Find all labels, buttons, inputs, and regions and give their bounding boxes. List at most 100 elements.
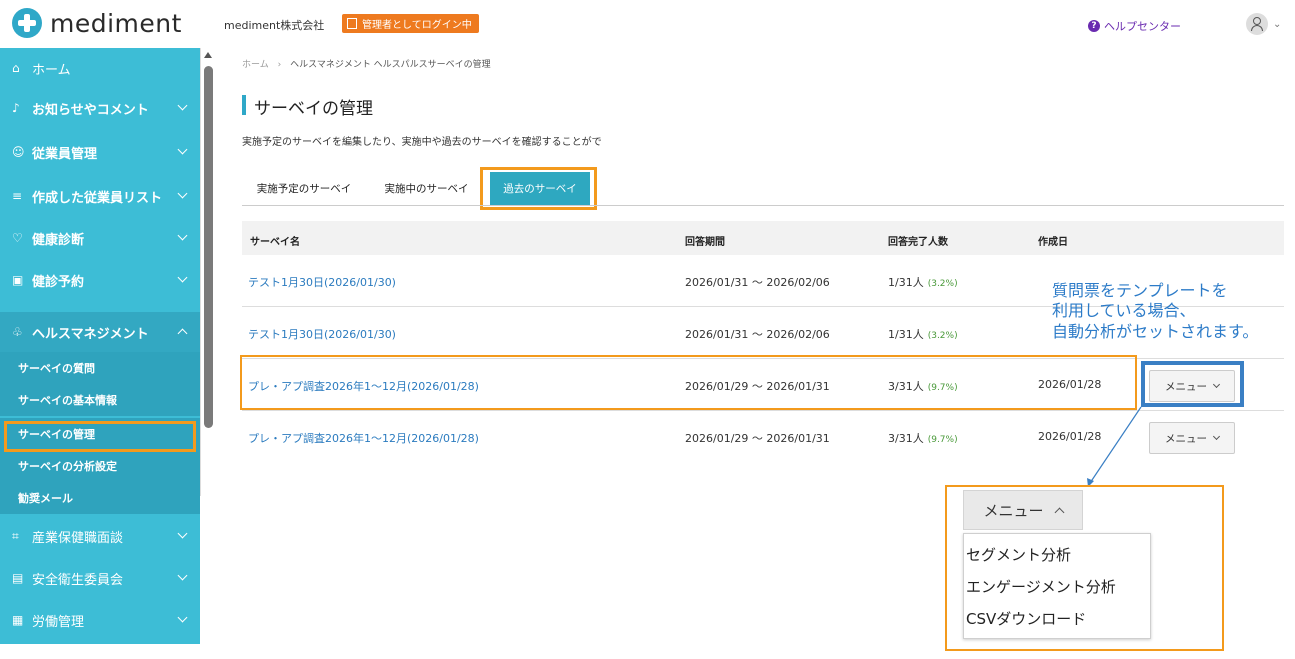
chevron-down-icon <box>177 612 188 623</box>
home-icon: ⌂ <box>12 61 20 75</box>
admin-login-badge: 管理者としてログイン中 <box>342 14 479 33</box>
response-count-value: 1/31人 <box>888 328 924 341</box>
question-icon: ? <box>1088 20 1100 32</box>
chevron-down-icon <box>177 144 188 155</box>
title-accent-bar <box>242 95 246 115</box>
menu-button-label: メニュー <box>1165 432 1207 445</box>
column-header-name: サーベイ名 <box>250 237 300 248</box>
table-header: サーベイ名 回答期間 回答完了人数 作成日 <box>242 221 1284 255</box>
sidebar-item-label: 安全衛生委員会 <box>32 572 124 588</box>
sidebar-item-label: ヘルスマネジメント <box>32 326 149 342</box>
row-highlight <box>240 355 1137 410</box>
sidebar-subitem-survey-basic-info[interactable]: サーベイの基本情報 <box>0 384 200 416</box>
labor-icon: ▦ <box>12 613 24 627</box>
menu-item-engagement-analysis[interactable]: エンゲージメント分析 <box>966 576 1116 597</box>
answer-period: 2026/01/31 ～ 2026/02/06 <box>685 276 830 289</box>
sidebar-item-employee-lists[interactable]: ≡ 作成した従業員リスト <box>0 176 200 216</box>
user-menu[interactable]: ⌄ <box>1246 13 1281 35</box>
menu-item-segment-analysis[interactable]: セグメント分析 <box>966 544 1071 565</box>
response-percent: (9.7%) <box>927 435 958 445</box>
response-count: 3/31人 (9.7%) <box>888 430 958 446</box>
sidebar-item-label: 作成した従業員リスト <box>32 190 163 206</box>
sidebar-subitem-label: サーベイの基本情報 <box>18 394 117 407</box>
sidebar-subitem-survey-analysis[interactable]: サーベイの分析設定 <box>0 450 200 482</box>
response-count: 1/31人 (3.2%) <box>888 274 958 290</box>
chevron-down-icon <box>1212 432 1221 441</box>
sidebar-item-health-checkup[interactable]: ♡ 健康診断 <box>0 218 200 258</box>
survey-name-link[interactable]: プレ・アプ調査2026年1～12月(2026/01/28) <box>248 430 479 446</box>
chevron-up-icon <box>1054 507 1064 518</box>
sidebar-item-label: 従業員管理 <box>32 146 98 162</box>
zoomed-menu-dropdown: セグメント分析 エンゲージメント分析 CSVダウンロード <box>963 533 1151 639</box>
response-count-value: 3/31人 <box>888 432 924 445</box>
sidebar-item-safety-committee[interactable]: ▤ 安全衛生委員会 <box>0 558 200 598</box>
response-percent: (3.2%) <box>927 279 958 289</box>
help-center-link[interactable]: ? ヘルプセンター <box>1088 18 1181 34</box>
interview-icon: ⌗ <box>12 528 19 543</box>
sidebar-item-label: 産業保健職面談 <box>32 530 124 546</box>
logo-cross-icon <box>12 8 42 38</box>
sidebar-item-health-management[interactable]: ♧ ヘルスマネジメント <box>0 312 200 352</box>
tab-scheduled[interactable]: 実施予定のサーベイ <box>242 172 366 205</box>
note-line-3: 自動分析がセットされます。 <box>1052 322 1259 341</box>
chevron-down-icon <box>177 230 188 241</box>
created-date: 2026/01/28 <box>1038 430 1102 443</box>
response-count-value: 1/31人 <box>888 276 924 289</box>
page-title: サーベイの管理 <box>254 99 373 119</box>
page-description: 実施予定のサーベイを編集したり、実施中や過去のサーベイを確認することがで <box>242 137 602 148</box>
column-header-count: 回答完了人数 <box>888 237 948 248</box>
company-name: mediment株式会社 <box>224 19 325 32</box>
sidebar: ⌂ ホーム ♪ お知らせやコメント ☺ 従業員管理 ≡ 作成した従業員リスト ♡… <box>0 48 200 644</box>
sidebar-item-notices[interactable]: ♪ お知らせやコメント <box>0 88 200 128</box>
scroll-thumb[interactable] <box>204 66 213 428</box>
tab-in-progress[interactable]: 実施中のサーベイ <box>374 172 479 205</box>
sidebar-item-checkup-booking[interactable]: ▣ 健診予約 <box>0 260 200 300</box>
menu-item-csv-download[interactable]: CSVダウンロード <box>966 608 1086 629</box>
scroll-up-arrow-icon[interactable] <box>204 52 212 58</box>
response-count: 1/31人 (3.2%) <box>888 326 958 342</box>
bell-icon: ♪ <box>12 101 20 115</box>
sidebar-item-label: 健診予約 <box>32 274 85 290</box>
logo-text: mediment <box>50 8 182 38</box>
sidebar-scrollbar[interactable] <box>200 48 215 496</box>
survey-name-link[interactable]: テスト1月30日(2026/01/30) <box>248 274 396 290</box>
sidebar-item-occupational-interview[interactable]: ⌗ 産業保健職面談 <box>0 516 200 556</box>
breadcrumb-home[interactable]: ホーム <box>242 60 269 70</box>
sidebar-item-home[interactable]: ⌂ ホーム <box>0 48 200 88</box>
row-menu-button[interactable]: メニュー <box>1149 422 1235 454</box>
sidebar-subitem-label: サーベイの分析設定 <box>18 460 117 473</box>
chevron-up-icon <box>177 328 188 339</box>
top-header: mediment mediment株式会社 管理者としてログイン中 ? ヘルプセ… <box>0 0 1295 48</box>
sidebar-subitem-survey-questions[interactable]: サーベイの質問 <box>0 352 200 384</box>
zoomed-menu-button[interactable]: メニュー <box>963 490 1083 530</box>
sidebar-item-labor-management[interactable]: ▦ 労働管理 <box>0 600 200 640</box>
breadcrumb-separator: › <box>277 60 282 70</box>
logo[interactable]: mediment <box>12 8 182 38</box>
answer-period: 2026/01/31 ～ 2026/02/06 <box>685 328 830 341</box>
breadcrumb-current: ヘルスマネジメント ヘルスパルスサーベイの管理 <box>290 60 491 70</box>
survey-name-link[interactable]: テスト1月30日(2026/01/30) <box>248 326 396 342</box>
chevron-down-icon <box>177 188 188 199</box>
health-icon: ♧ <box>12 325 23 339</box>
sidebar-item-label: お知らせやコメント <box>32 102 149 118</box>
note-line-1: 質問票をテンプレートを <box>1052 281 1228 300</box>
column-header-created: 作成日 <box>1038 237 1068 248</box>
calendar-icon: ▣ <box>12 273 24 287</box>
past-tab-highlight <box>480 167 597 210</box>
response-percent: (3.2%) <box>927 331 958 341</box>
table-row: プレ・アプ調査2026年1～12月(2026/01/28) 2026/01/29… <box>242 411 1284 463</box>
note-line-2: 利用している場合、 <box>1052 301 1196 320</box>
chevron-down-icon <box>177 570 188 581</box>
avatar-icon <box>1246 13 1268 35</box>
building-icon <box>347 18 357 29</box>
sidebar-subitem-reminder-mail[interactable]: 勧奨メール <box>0 482 200 514</box>
breadcrumb: ホーム › ヘルスマネジメント ヘルスパルスサーベイの管理 <box>242 57 491 70</box>
sidebar-item-employees[interactable]: ☺ 従業員管理 <box>0 132 200 172</box>
list-icon: ≡ <box>12 189 23 203</box>
column-header-period: 回答期間 <box>685 237 725 248</box>
sidebar-subitem-label: 勧奨メール <box>18 492 73 505</box>
chevron-down-icon <box>177 528 188 539</box>
chevron-down-icon: ⌄ <box>1273 18 1282 30</box>
stethoscope-icon: ♡ <box>12 231 23 245</box>
chevron-down-icon <box>177 272 188 283</box>
